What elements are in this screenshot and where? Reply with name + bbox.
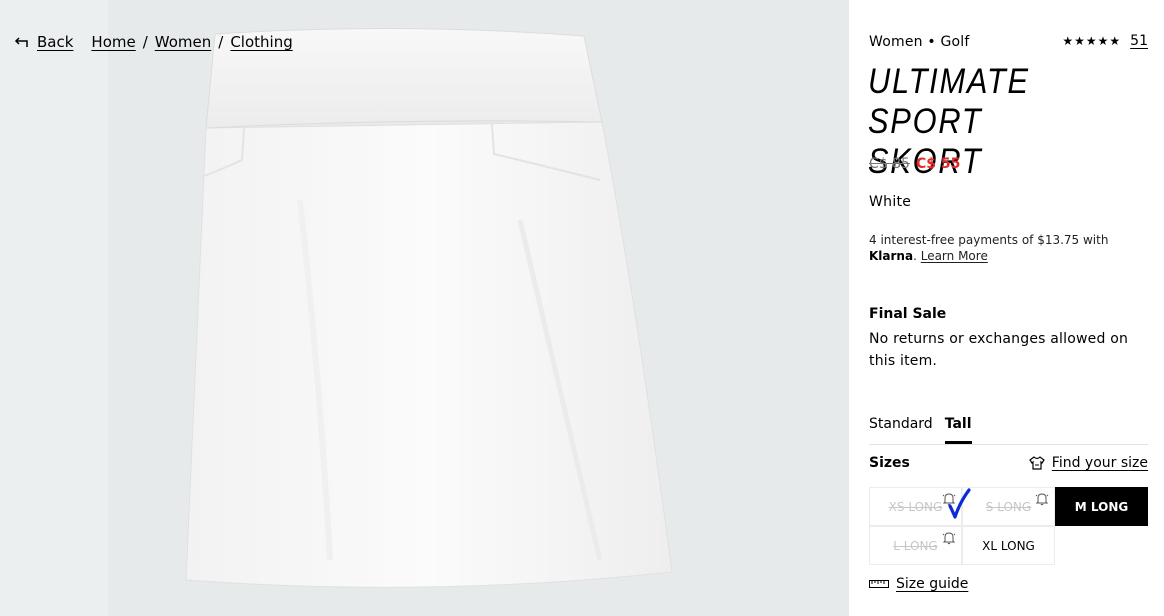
product-image bbox=[185, 27, 673, 588]
size-guide-link[interactable]: Size guide bbox=[869, 576, 968, 592]
tab-standard[interactable]: Standard bbox=[869, 416, 933, 444]
back-link-label[interactable]: Back bbox=[37, 33, 73, 51]
klarna-brand: Klarna bbox=[869, 249, 914, 263]
tab-tall[interactable]: Tall bbox=[944, 416, 972, 444]
size-s-long[interactable]: S LONG bbox=[962, 487, 1055, 526]
product-category: Women • Golf bbox=[869, 34, 970, 50]
review-count-link[interactable]: 51 bbox=[1130, 33, 1148, 49]
find-your-size-link[interactable]: Find your size bbox=[1028, 455, 1148, 471]
breadcrumb-home[interactable]: Home bbox=[91, 33, 135, 51]
breadcrumb-clothing[interactable]: Clothing bbox=[230, 33, 292, 51]
product-image-area[interactable]: Back Home / Women / Clothing bbox=[0, 0, 849, 616]
ruler-icon bbox=[869, 580, 889, 588]
size-label: XL LONG bbox=[982, 538, 1035, 553]
checkmark-annotation bbox=[948, 488, 971, 519]
original-price: C$ 85 bbox=[869, 156, 910, 172]
breadcrumb: Back Home / Women / Clothing bbox=[14, 33, 293, 51]
product-color: White bbox=[869, 194, 912, 210]
rating[interactable]: ★★★★★ 51 bbox=[1062, 33, 1148, 49]
rating-stars: ★★★★★ bbox=[1062, 34, 1122, 48]
klarna-message: 4 interest-free payments of $13.75 with … bbox=[869, 233, 1109, 263]
size-label: M LONG bbox=[1074, 499, 1129, 514]
klarna-learn-more-link[interactable]: Learn More bbox=[921, 249, 988, 263]
final-sale-title: Final Sale bbox=[869, 306, 947, 322]
breadcrumb-separator: / bbox=[218, 33, 224, 51]
price: C$ 85 C$ 55 bbox=[869, 156, 960, 172]
size-xl-long[interactable]: XL LONG bbox=[962, 526, 1055, 565]
bell-icon[interactable] bbox=[1035, 492, 1049, 506]
final-sale-body: No returns or exchanges allowed on this … bbox=[869, 331, 1129, 369]
size-guide-label[interactable]: Size guide bbox=[896, 576, 968, 592]
size-m-long[interactable]: M LONG bbox=[1055, 487, 1148, 526]
product-info-panel: Women • Golf ★★★★★ 51 ULTIMATE SPORT SKO… bbox=[849, 0, 1164, 616]
find-your-size-label[interactable]: Find your size bbox=[1052, 455, 1148, 471]
breadcrumb-separator: / bbox=[142, 33, 148, 51]
sale-price: C$ 55 bbox=[915, 156, 961, 172]
klarna-text: 4 interest-free payments of $13.75 with bbox=[869, 233, 1109, 247]
back-arrow-icon bbox=[14, 37, 28, 47]
breadcrumb-women[interactable]: Women bbox=[155, 33, 211, 51]
size-label: XS LONG bbox=[888, 499, 943, 514]
bell-icon[interactable] bbox=[942, 531, 956, 545]
tshirt-icon bbox=[1028, 456, 1045, 470]
size-label: S LONG bbox=[985, 499, 1032, 514]
product-title-line1: ULTIMATE SPORT bbox=[868, 62, 1030, 141]
back-link[interactable]: Back bbox=[14, 33, 73, 51]
size-l-long[interactable]: L LONG bbox=[869, 526, 962, 565]
sizes-label: Sizes bbox=[869, 455, 910, 471]
fit-tabs: Standard Tall bbox=[869, 416, 1148, 445]
size-label: L LONG bbox=[893, 538, 938, 553]
